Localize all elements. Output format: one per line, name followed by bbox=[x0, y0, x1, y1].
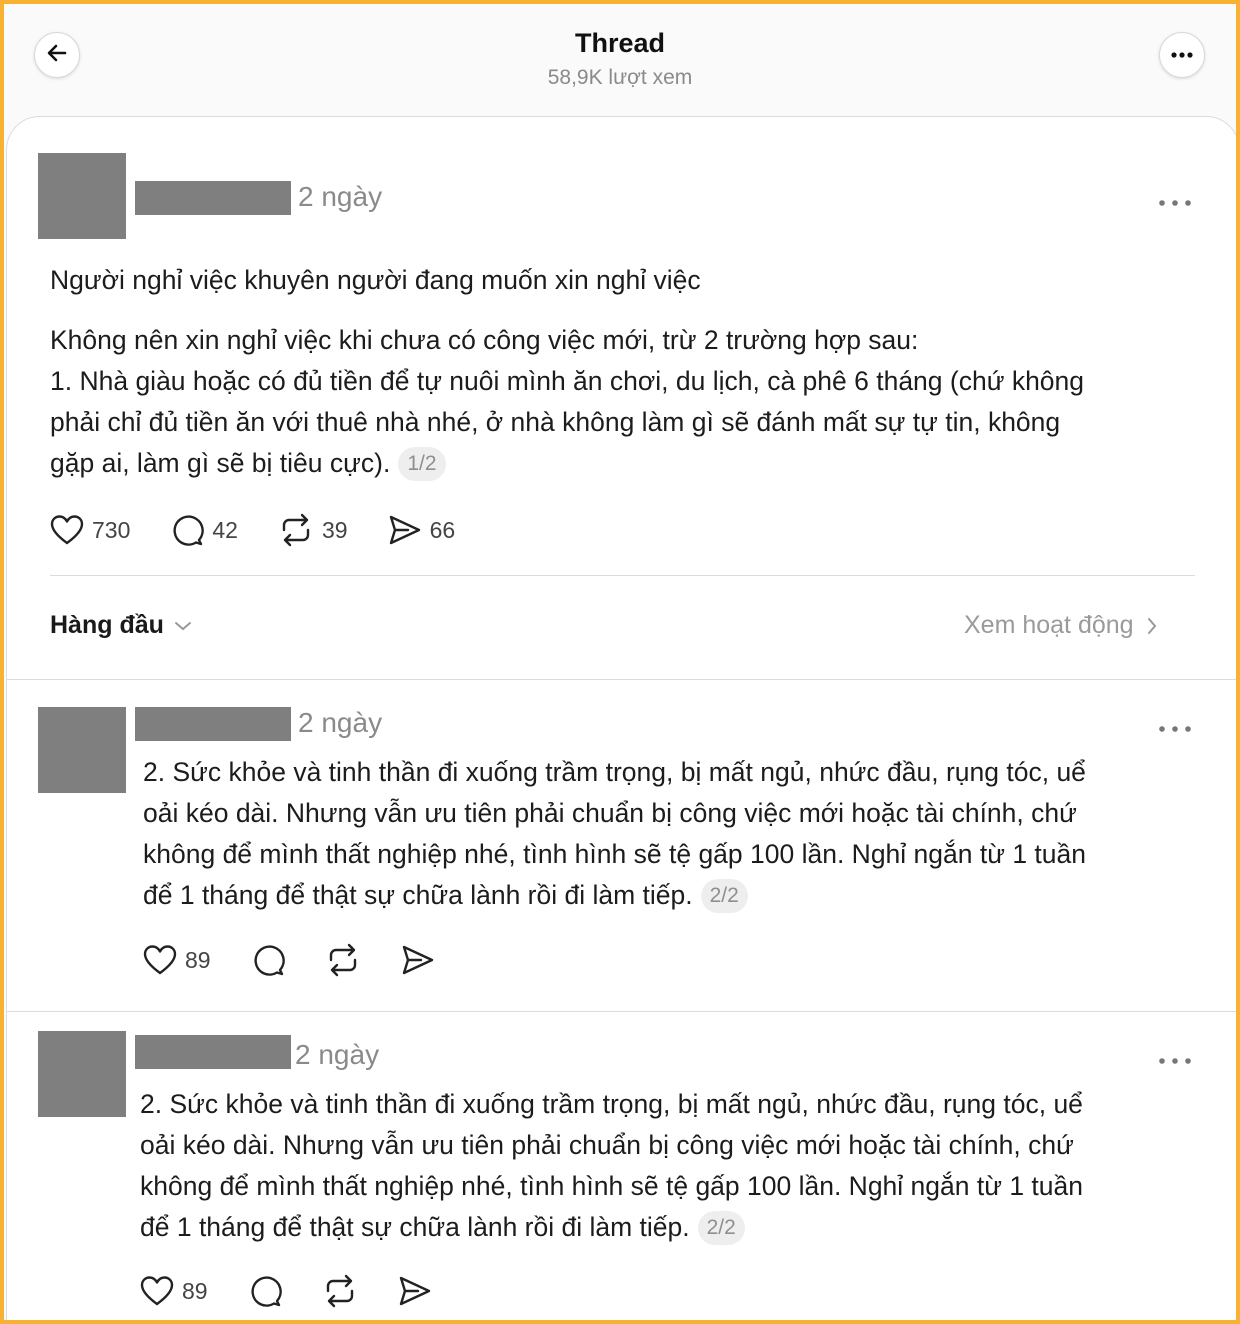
repost-button[interactable] bbox=[322, 1274, 358, 1308]
more-icon bbox=[1170, 46, 1194, 64]
post-more-button[interactable] bbox=[1157, 1043, 1193, 1071]
like-count: 89 bbox=[185, 946, 211, 973]
reply-line: không để mình thất nghiệp nhé, tình hình… bbox=[140, 1171, 1084, 1201]
repost-button[interactable]: 39 bbox=[278, 513, 348, 547]
like-count: 730 bbox=[92, 516, 131, 543]
reply-button[interactable]: 42 bbox=[170, 513, 238, 547]
like-count: 89 bbox=[182, 1277, 208, 1304]
heart-icon bbox=[50, 515, 84, 545]
username-redacted[interactable] bbox=[135, 181, 291, 215]
thread-card: 2 ngày Người nghỉ việc khuyên người đang… bbox=[6, 116, 1236, 1320]
reply-line: oải kéo dài. Nhưng vẫn ưu tiên phải chuẩ… bbox=[143, 798, 1077, 828]
share-button[interactable] bbox=[398, 1275, 432, 1307]
more-icon bbox=[1159, 200, 1191, 206]
reply-count: 42 bbox=[212, 516, 238, 543]
username-redacted[interactable] bbox=[135, 707, 291, 741]
divider bbox=[7, 679, 1236, 680]
share-icon bbox=[389, 515, 420, 545]
reply-line-text: để 1 tháng để thật sự chữa lành rồi đi l… bbox=[143, 880, 693, 910]
thread-header: Thread 58,9K lượt xem bbox=[4, 4, 1236, 116]
like-button[interactable]: 730 bbox=[50, 514, 130, 546]
repost-icon bbox=[326, 1274, 353, 1308]
chevron-right-icon bbox=[1147, 617, 1156, 634]
more-icon bbox=[1159, 1058, 1191, 1064]
avatar[interactable] bbox=[38, 707, 126, 793]
reply-line: để 1 tháng để thật sự chữa lành rồi đi l… bbox=[143, 875, 1213, 916]
heart-icon bbox=[140, 1276, 174, 1306]
reply-actions: 89 bbox=[140, 1274, 472, 1308]
thread-page-badge: 2/2 bbox=[700, 879, 748, 913]
chevron-down-icon bbox=[174, 621, 191, 630]
divider bbox=[50, 575, 1195, 576]
post-heading: Người nghỉ việc khuyên người đang muốn x… bbox=[50, 265, 701, 295]
repost-icon bbox=[282, 513, 310, 547]
thread-page-badge: 1/2 bbox=[398, 447, 446, 481]
share-button[interactable]: 66 bbox=[388, 514, 456, 546]
share-icon bbox=[399, 1276, 430, 1306]
like-button[interactable]: 89 bbox=[140, 1275, 208, 1307]
page-title: Thread bbox=[574, 28, 666, 58]
post-line: gặp ai, làm gì sẽ bị tiêu cực). 1/2 bbox=[50, 443, 1210, 484]
divider bbox=[7, 1011, 1236, 1012]
view-count: 58,9K lượt xem bbox=[547, 66, 693, 89]
more-options-button[interactable] bbox=[1159, 32, 1205, 78]
username-redacted[interactable] bbox=[135, 1035, 291, 1069]
thread-page-badge: 2/2 bbox=[697, 1211, 745, 1245]
sort-label: Hàng đầu bbox=[50, 611, 164, 639]
repost-count: 39 bbox=[321, 516, 348, 543]
share-count: 66 bbox=[429, 516, 456, 543]
more-icon bbox=[1159, 726, 1191, 732]
view-activity-link[interactable]: Xem hoạt động bbox=[964, 611, 1158, 640]
reply-line: không để mình thất nghiệp nhé, tình hình… bbox=[143, 839, 1087, 869]
reply-actions: 89 bbox=[143, 943, 475, 977]
post-line: phải chỉ đủ tiền ăn với thuê nhà nhé, ở … bbox=[50, 407, 1061, 437]
share-button[interactable] bbox=[401, 944, 435, 976]
avatar[interactable] bbox=[38, 1031, 126, 1117]
post-line: Không nên xin nghỉ việc khi chưa có công… bbox=[50, 325, 919, 355]
reply-body: 2. Sức khỏe và tinh thần đi xuống trầm t… bbox=[140, 1084, 1210, 1248]
like-button[interactable]: 89 bbox=[143, 944, 211, 976]
share-icon bbox=[402, 945, 433, 975]
app-frame: Thread 58,9K lượt xem 2 ngày Người nghỉ … bbox=[4, 4, 1236, 1320]
reply-line-text: để 1 tháng để thật sự chữa lành rồi đi l… bbox=[140, 1212, 690, 1242]
post-time: 2 ngày bbox=[298, 181, 383, 212]
repost-button[interactable] bbox=[325, 943, 361, 977]
reply-line: 2. Sức khỏe và tinh thần đi xuống trầm t… bbox=[143, 757, 1086, 787]
reply-body: 2. Sức khỏe và tinh thần đi xuống trầm t… bbox=[143, 752, 1213, 916]
reply-button[interactable] bbox=[251, 943, 285, 977]
view-activity-label: Xem hoạt động bbox=[964, 611, 1134, 639]
heart-icon bbox=[143, 945, 177, 975]
post-body: Người nghỉ việc khuyên người đang muốn x… bbox=[50, 260, 1210, 484]
post-time: 2 ngày bbox=[295, 1039, 380, 1070]
sort-dropdown[interactable]: Hàng đầu bbox=[50, 611, 192, 640]
avatar[interactable] bbox=[38, 153, 126, 239]
reply-button[interactable] bbox=[248, 1274, 282, 1308]
post-actions: 730 42 39 66 bbox=[50, 513, 495, 547]
reply-line: oải kéo dài. Nhưng vẫn ưu tiên phải chuẩ… bbox=[140, 1130, 1074, 1160]
post-more-button[interactable] bbox=[1157, 711, 1193, 739]
post-line-text: gặp ai, làm gì sẽ bị tiêu cực). bbox=[50, 448, 391, 478]
post-time: 2 ngày bbox=[298, 707, 383, 738]
repost-icon bbox=[329, 943, 356, 977]
comment-icon bbox=[254, 945, 285, 976]
comment-icon bbox=[173, 515, 205, 546]
reply-line: để 1 tháng để thật sự chữa lành rồi đi l… bbox=[140, 1207, 1210, 1248]
comment-icon bbox=[251, 1276, 282, 1307]
post-line: 1. Nhà giàu hoặc có đủ tiền để tự nuôi m… bbox=[50, 366, 1085, 396]
post-more-button[interactable] bbox=[1157, 185, 1193, 213]
reply-line: 2. Sức khỏe và tinh thần đi xuống trầm t… bbox=[140, 1089, 1083, 1119]
